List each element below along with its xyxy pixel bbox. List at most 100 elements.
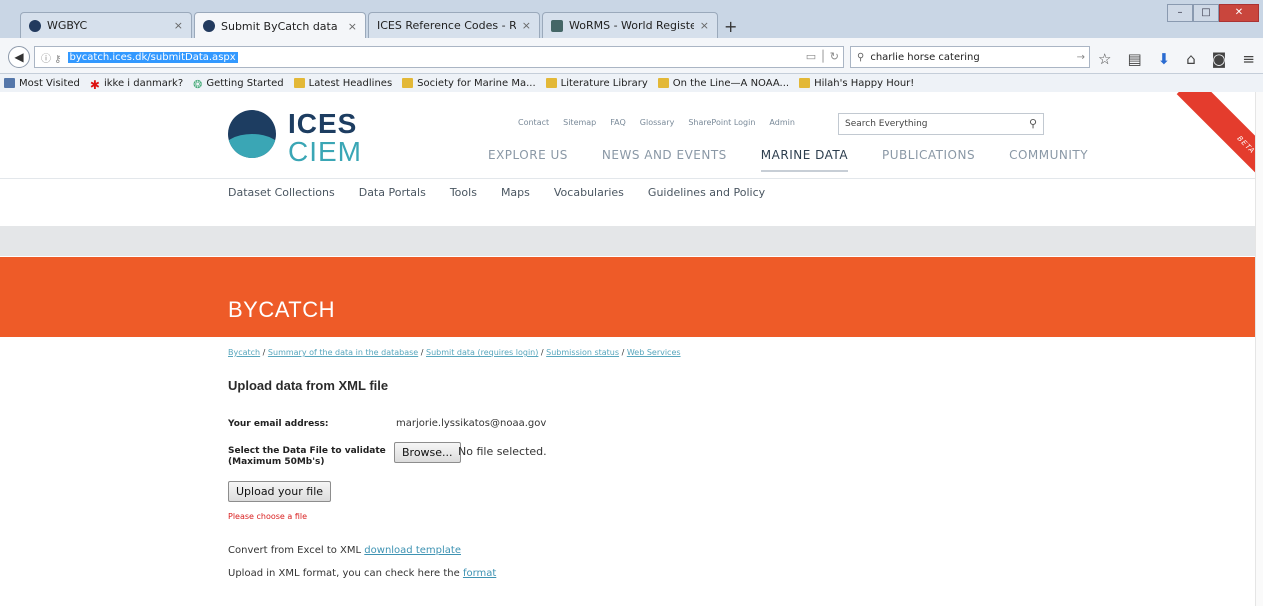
- beta-ribbon: BETA: [1153, 92, 1263, 202]
- email-label: Your email address:: [228, 419, 329, 429]
- sub-nav: Dataset Collections Data Portals Tools M…: [228, 186, 765, 199]
- bookmark-literature-library[interactable]: Literature Library: [545, 78, 648, 89]
- search-value: charlie horse catering: [870, 51, 980, 63]
- folder-icon: [657, 78, 669, 88]
- ices-icon: [29, 19, 41, 32]
- bookmark-on-the-line[interactable]: On the Line—A NOAA...: [657, 78, 789, 89]
- link-sharepoint-login[interactable]: SharePoint Login: [688, 118, 755, 127]
- url-bar[interactable]: ⓘ ⚷ bycatch.ices.dk/submitData.aspx ▭ │ …: [34, 46, 844, 68]
- close-icon[interactable]: ×: [174, 19, 183, 32]
- search-icon[interactable]: ⚲: [1029, 117, 1037, 130]
- no-file-text: No file selected.: [458, 445, 547, 458]
- nav-marine-data[interactable]: MARINE DATA: [760, 148, 849, 172]
- subnav-dataset-collections[interactable]: Dataset Collections: [228, 186, 335, 199]
- tab-label: WoRMS - World Register o...: [569, 19, 694, 32]
- reload-icon[interactable]: ▭ │ ↻: [806, 50, 839, 63]
- bookmark-latest-headlines[interactable]: Latest Headlines: [293, 78, 392, 89]
- toolbar-icons: ☆ ▤ ⬇ ⌂ ◙ ≡: [1098, 50, 1255, 68]
- bookmark-hilahs-happy-hour[interactable]: Hilah's Happy Hour!: [799, 78, 914, 89]
- breadcrumb: Bycatch / Summary of the data in the dat…: [228, 348, 681, 357]
- page-title: BYCATCH: [228, 297, 335, 322]
- upload-format-line: Upload in XML format, you can check here…: [228, 568, 496, 579]
- minimize-button[interactable]: –: [1167, 4, 1193, 22]
- tab-wgbyc[interactable]: WGBYC ×: [20, 12, 192, 38]
- tab-label: Submit ByCatch data: [221, 19, 338, 33]
- most-visited-icon: [4, 78, 15, 88]
- bookmark-most-visited[interactable]: Most Visited: [4, 78, 80, 89]
- breadcrumb-submission-status[interactable]: Submission status: [546, 348, 619, 357]
- link-faq[interactable]: FAQ: [610, 118, 626, 127]
- close-icon[interactable]: ×: [522, 19, 531, 32]
- tab-worms[interactable]: WoRMS - World Register o... ×: [542, 12, 718, 38]
- folder-icon: [799, 78, 811, 88]
- bookmark-getting-started[interactable]: ❂ Getting Started: [193, 78, 284, 92]
- main-nav: EXPLORE US NEWS AND EVENTS MARINE DATA P…: [488, 148, 1088, 172]
- bookmarks-bar: Most Visited ✱ ikke i danmark? ❂ Getting S…: [0, 74, 1263, 92]
- bookmark-society-marine[interactable]: Society for Marine Ma...: [402, 78, 536, 89]
- download-template-link[interactable]: download template: [364, 545, 461, 556]
- ices-logo[interactable]: ICES CIEM: [228, 108, 368, 167]
- tab-label: WGBYC: [47, 19, 88, 32]
- utility-links: Contact Sitemap FAQ Glossary SharePoint …: [518, 118, 795, 127]
- bookmarks-menu-icon[interactable]: ▤: [1127, 50, 1141, 68]
- email-value: marjorie.lyssikatos@noaa.gov: [396, 418, 547, 429]
- star-icon: ✱: [89, 78, 100, 92]
- scrollbar[interactable]: [1255, 92, 1263, 606]
- site-search-input[interactable]: Search Everything ⚲: [838, 113, 1044, 135]
- section-heading: Upload data from XML file: [228, 378, 389, 393]
- new-tab-button[interactable]: +: [724, 17, 737, 36]
- breadcrumb-bycatch[interactable]: Bycatch: [228, 348, 260, 357]
- error-message: Please choose a file: [228, 512, 308, 521]
- close-icon[interactable]: ×: [348, 20, 357, 33]
- link-contact[interactable]: Contact: [518, 118, 549, 127]
- breadcrumb-summary[interactable]: Summary of the data in the database: [268, 348, 418, 357]
- format-link[interactable]: format: [463, 568, 496, 579]
- ices-icon: [203, 20, 215, 32]
- site-info-icon[interactable]: ⓘ ⚷: [41, 50, 62, 65]
- upload-file-button[interactable]: Upload your file: [228, 481, 332, 502]
- search-icon: ⚲: [857, 51, 865, 63]
- browse-button[interactable]: Browse...: [394, 442, 461, 463]
- file-label: Select the Data File to validate: [228, 446, 386, 456]
- upload-format-text: Upload in XML format, you can check here…: [228, 568, 460, 579]
- tab-label: ICES Reference Codes - RECO: [377, 19, 516, 32]
- bookmark-ikke-i-danmark[interactable]: ✱ ikke i danmark?: [89, 78, 183, 93]
- globe-icon: ❂: [193, 78, 203, 91]
- nav-explore-us[interactable]: EXPLORE US: [488, 148, 568, 172]
- page-banner: BYCATCH: [0, 257, 1263, 337]
- subnav-data-portals[interactable]: Data Portals: [359, 186, 426, 199]
- maximize-button[interactable]: □: [1193, 4, 1219, 22]
- download-icon[interactable]: ⬇: [1158, 50, 1171, 68]
- browser-search-input[interactable]: ⚲ charlie horse catering →: [850, 46, 1090, 68]
- subnav-maps[interactable]: Maps: [501, 186, 530, 199]
- folder-icon: [402, 78, 414, 88]
- nav-community[interactable]: COMMUNITY: [1009, 148, 1088, 172]
- bookmark-star-icon[interactable]: ☆: [1098, 50, 1111, 68]
- subnav-tools[interactable]: Tools: [450, 186, 477, 199]
- link-sitemap[interactable]: Sitemap: [563, 118, 596, 127]
- nav-publications[interactable]: PUBLICATIONS: [882, 148, 975, 172]
- site-search-placeholder: Search Everything: [845, 119, 928, 129]
- pocket-icon[interactable]: ◙: [1212, 50, 1227, 68]
- subnav-vocabularies[interactable]: Vocabularies: [554, 186, 624, 199]
- breadcrumb-web-services[interactable]: Web Services: [627, 348, 681, 357]
- window-controls: – □ ✕: [1167, 4, 1259, 22]
- subnav-guidelines-and-policy[interactable]: Guidelines and Policy: [648, 186, 765, 199]
- web-page: ICES CIEM Contact Sitemap FAQ Glossary S…: [0, 92, 1263, 606]
- tab-ices-reference[interactable]: ICES Reference Codes - RECO ×: [368, 12, 540, 38]
- nav-bar: ◀ ⓘ ⚷ bycatch.ices.dk/submitData.aspx ▭ …: [0, 38, 1263, 74]
- back-button[interactable]: ◀: [8, 46, 30, 68]
- search-go-icon[interactable]: →: [1077, 52, 1085, 63]
- close-icon[interactable]: ×: [700, 19, 709, 32]
- tab-bar: WGBYC × Submit ByCatch data × ICES Refer…: [0, 0, 1263, 39]
- tab-submit-bycatch[interactable]: Submit ByCatch data ×: [194, 12, 366, 39]
- home-icon[interactable]: ⌂: [1186, 50, 1196, 68]
- menu-icon[interactable]: ≡: [1242, 50, 1255, 68]
- link-admin[interactable]: Admin: [769, 118, 795, 127]
- worms-icon: [551, 19, 563, 32]
- close-window-button[interactable]: ✕: [1219, 4, 1259, 22]
- breadcrumb-submit-data[interactable]: Submit data (requires login): [426, 348, 538, 357]
- browser-chrome: WGBYC × Submit ByCatch data × ICES Refer…: [0, 0, 1263, 92]
- link-glossary[interactable]: Glossary: [640, 118, 675, 127]
- nav-news-and-events[interactable]: NEWS AND EVENTS: [602, 148, 727, 172]
